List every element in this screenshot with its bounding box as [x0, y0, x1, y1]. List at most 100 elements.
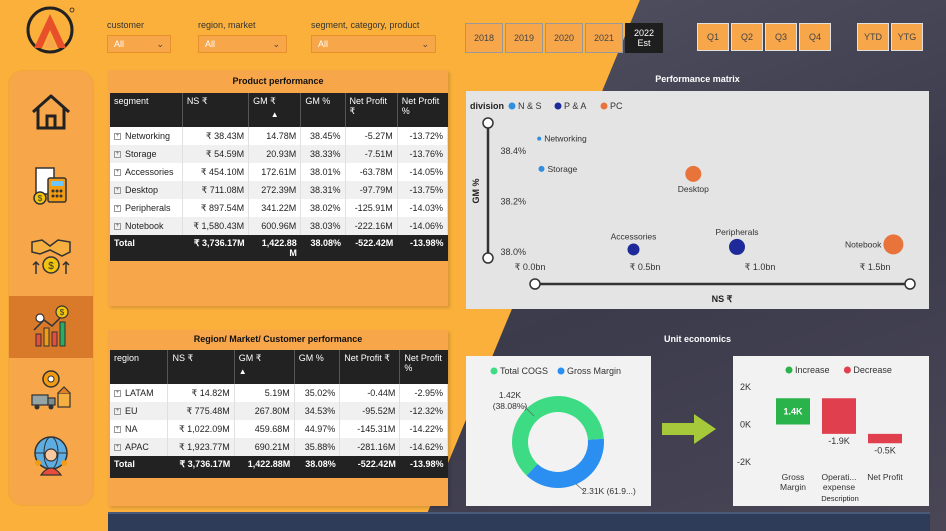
row-label-cell: + LATAM: [110, 384, 169, 402]
expand-icon[interactable]: +: [114, 444, 121, 452]
waterfall-bar[interactable]: [868, 433, 902, 444]
table-cell: 38.03%: [300, 217, 346, 235]
row-label: LATAM: [125, 388, 154, 398]
quarter-button-q3[interactable]: Q3: [765, 23, 797, 51]
column-header-net-profit[interactable]: Net Profit ₹: [339, 350, 401, 384]
total-label: Total: [110, 456, 168, 478]
data-point[interactable]: [883, 234, 904, 255]
row-label: Peripherals: [125, 203, 171, 213]
year-button-2018[interactable]: 2018: [465, 23, 503, 53]
table-cell: -281.16M: [339, 438, 401, 456]
table-row[interactable]: + Networking ₹ 38.43M 14.78M 38.45% -5.27M -13…: [110, 127, 449, 145]
expand-icon[interactable]: +: [114, 223, 121, 231]
data-point[interactable]: [538, 165, 545, 172]
column-header-gm-pct[interactable]: GM %: [294, 350, 341, 384]
row-label: NA: [125, 424, 138, 434]
nav-item-global[interactable]: [9, 425, 93, 487]
table-cell: ₹ 1,022.09M: [167, 420, 235, 438]
nav-item-supply-chain[interactable]: [9, 359, 93, 421]
quarter-button-q1[interactable]: Q1: [697, 23, 729, 51]
row-label-cell: + NA: [110, 420, 169, 438]
ytg-button[interactable]: YTG: [891, 23, 923, 51]
data-label: -0.5K: [874, 445, 896, 455]
table-row[interactable]: + NA ₹ 1,022.09M 459.68M 44.97% -145.31M -14.2…: [110, 420, 448, 438]
table-row[interactable]: + Storage ₹ 54.59M 20.93M 38.33% -7.51M -13.76…: [110, 145, 449, 163]
year-button-2019[interactable]: 2019: [505, 23, 543, 53]
table-cell: 35.88%: [294, 438, 341, 456]
table-row[interactable]: + Desktop ₹ 711.08M 272.39M 38.31% -97.79M -13…: [110, 181, 449, 199]
point-label: Peripherals: [716, 227, 759, 237]
year-label: 2022: [633, 28, 655, 38]
slider-handle[interactable]: [904, 278, 916, 290]
expand-icon[interactable]: +: [114, 426, 121, 434]
expand-icon[interactable]: +: [114, 408, 121, 416]
slider-handle[interactable]: [529, 278, 541, 290]
slider-handle[interactable]: [482, 117, 494, 129]
y-tick-label: 0K: [740, 420, 751, 430]
table-row[interactable]: + LATAM ₹ 14.82M 5.19M 35.02% -0.44M -2.95%: [110, 384, 448, 402]
slider-handle[interactable]: [482, 252, 494, 264]
row-label-cell: + Desktop: [110, 181, 183, 199]
column-header-gm-pct[interactable]: GM %: [300, 93, 346, 127]
table-row[interactable]: + Notebook ₹ 1,580.43M 600.96M 38.03% -222.16…: [110, 217, 449, 235]
x-tick-label: Margin: [780, 482, 806, 492]
table-cell: -222.16M: [345, 217, 398, 235]
column-header-ns[interactable]: NS ₹: [182, 93, 250, 127]
column-header-region[interactable]: region: [110, 350, 169, 384]
analytics-chart-icon: $: [33, 305, 69, 347]
data-point[interactable]: [537, 136, 542, 141]
expand-icon[interactable]: +: [114, 390, 121, 398]
table-row[interactable]: + EU ₹ 775.48M 267.80M 34.53% -95.52M -12.32%: [110, 402, 448, 420]
row-label: Networking: [125, 131, 171, 141]
table-cell: -145.31M: [339, 420, 401, 438]
legend-swatch: [508, 102, 516, 110]
column-header-net-profit[interactable]: Net Profit ₹: [345, 93, 398, 127]
y-tick-label: -2K: [737, 457, 751, 467]
legend-swatch: [554, 102, 562, 110]
column-header-net-profit-pct[interactable]: Net Profit %: [399, 350, 448, 384]
expand-icon[interactable]: +: [114, 169, 121, 177]
ytd-button[interactable]: YTD: [857, 23, 889, 51]
nav-item-sales[interactable]: $: [9, 224, 93, 286]
column-header-gm[interactable]: GM ₹ ▲: [234, 350, 295, 384]
nav-item-analytics[interactable]: $: [9, 296, 93, 358]
data-point[interactable]: [729, 238, 745, 255]
column-header-net-profit-pct[interactable]: Net Profit %: [397, 93, 448, 127]
year-button-2020[interactable]: 2020: [545, 23, 583, 53]
year-button-2022-est[interactable]: 2022 Est: [625, 23, 663, 53]
x-tick-label: Operati...: [822, 472, 857, 482]
table-cell: ₹ 54.59M: [182, 145, 250, 163]
nav-item-finance[interactable]: $: [9, 154, 93, 216]
donut-slice[interactable]: [526, 438, 604, 488]
segment-dropdown[interactable]: All ⌄: [311, 35, 436, 53]
row-label-cell: + APAC: [110, 438, 169, 456]
region-dropdown[interactable]: All ⌄: [198, 35, 287, 53]
column-header-segment[interactable]: segment: [110, 93, 183, 127]
table-row[interactable]: + Accessories ₹ 454.10M 172.61M 38.01% -63.78…: [110, 163, 449, 181]
row-label: Accessories: [125, 167, 174, 177]
year-button-2021[interactable]: 2021: [585, 23, 623, 53]
waterfall-bar[interactable]: [822, 398, 856, 434]
row-label-cell: + Storage: [110, 145, 183, 163]
data-point[interactable]: [685, 165, 702, 182]
quarter-button-q4[interactable]: Q4: [799, 23, 831, 51]
legend-entry: PC: [610, 101, 623, 111]
slicer-label: customer: [107, 20, 145, 30]
column-header-gm[interactable]: GM ₹ ▲: [248, 93, 302, 127]
table-cell: -7.51M: [345, 145, 398, 163]
row-label: Desktop: [125, 185, 159, 195]
x-tick-label: ₹ 1.0bn: [745, 262, 776, 272]
data-point[interactable]: [627, 243, 640, 256]
customer-dropdown[interactable]: All ⌄: [107, 35, 171, 53]
expand-icon[interactable]: +: [114, 151, 121, 159]
table-cell: 34.53%: [294, 402, 341, 420]
column-header-ns[interactable]: NS ₹: [167, 350, 235, 384]
nav-item-home[interactable]: [9, 81, 93, 143]
expand-icon[interactable]: +: [114, 187, 121, 195]
quarter-button-q2[interactable]: Q2: [731, 23, 763, 51]
expand-icon[interactable]: +: [114, 205, 121, 213]
table-row[interactable]: + Peripherals ₹ 897.54M 341.22M 38.02% -125.9…: [110, 199, 449, 217]
company-logo: [22, 4, 78, 56]
expand-icon[interactable]: +: [114, 133, 121, 141]
table-row[interactable]: + APAC ₹ 1,923.77M 690.21M 35.88% -281.16M -14…: [110, 438, 448, 456]
